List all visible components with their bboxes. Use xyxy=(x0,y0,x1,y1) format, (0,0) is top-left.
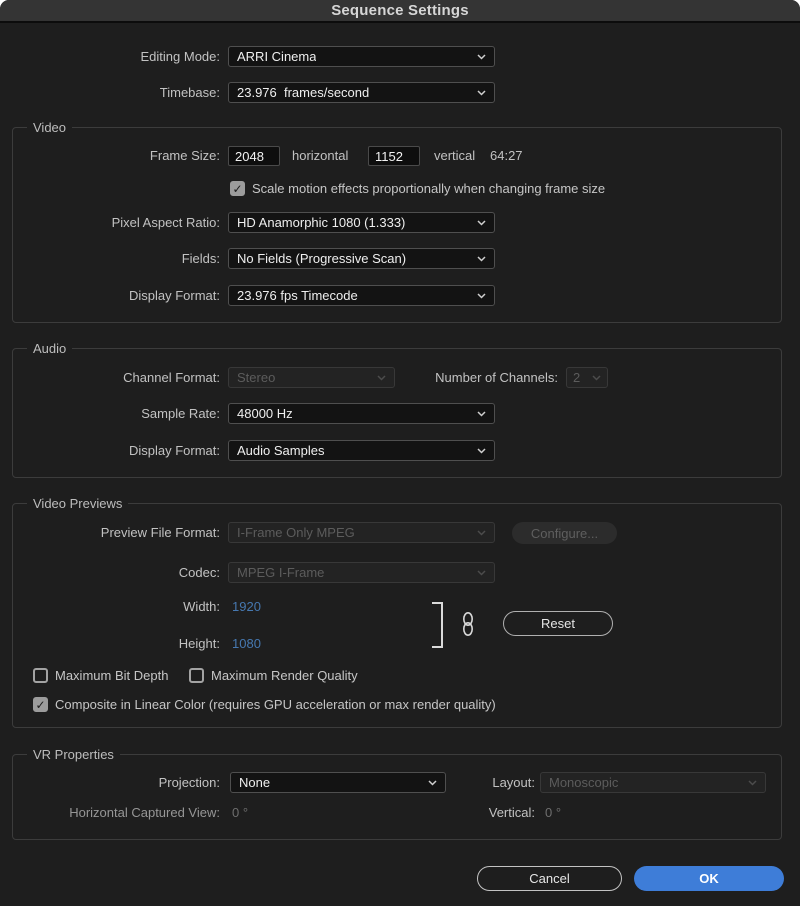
preview-width-label: Width: xyxy=(0,599,220,614)
chevron-down-icon xyxy=(477,448,486,454)
sample-rate-dropdown[interactable]: 48000 Hz xyxy=(228,403,495,424)
horizontal-label: horizontal xyxy=(292,146,348,166)
timebase-dropdown[interactable]: 23.976 frames/second xyxy=(228,82,495,103)
preview-file-format-dropdown: I-Frame Only MPEG xyxy=(228,522,495,543)
video-previews-group-legend: Video Previews xyxy=(27,495,128,512)
sample-rate-value: 48000 Hz xyxy=(237,406,293,421)
frame-width-input[interactable] xyxy=(228,146,280,166)
maximum-render-quality-label: Maximum Render Quality xyxy=(211,668,358,684)
maximum-bit-depth-label: Maximum Bit Depth xyxy=(55,668,168,684)
audio-display-format-dropdown[interactable]: Audio Samples xyxy=(228,440,495,461)
number-of-channels-label: Number of Channels: xyxy=(400,367,558,388)
maximum-render-quality-checkbox[interactable] xyxy=(189,668,204,683)
editing-mode-dropdown[interactable]: ARRI Cinema xyxy=(228,46,495,67)
audio-group-legend: Audio xyxy=(27,340,72,357)
chevron-down-icon xyxy=(592,375,601,381)
vr-layout-label: Layout: xyxy=(400,772,535,793)
video-display-format-dropdown[interactable]: 23.976 fps Timecode xyxy=(228,285,495,306)
dialog-title: Sequence Settings xyxy=(331,2,469,19)
vr-layout-value: Monoscopic xyxy=(549,775,618,790)
timebase-value: 23.976 frames/second xyxy=(237,85,369,100)
width-height-bracket xyxy=(432,602,443,648)
preview-width-value[interactable]: 1920 xyxy=(232,599,261,614)
video-display-format-label: Display Format: xyxy=(0,285,220,306)
vr-vertical-value: 0 ° xyxy=(545,805,561,820)
vertical-label: vertical xyxy=(434,146,475,166)
chevron-down-icon xyxy=(477,90,486,96)
vr-layout-dropdown: Monoscopic xyxy=(540,772,766,793)
editing-mode-label: Editing Mode: xyxy=(0,46,220,67)
pixel-aspect-ratio-label: Pixel Aspect Ratio: xyxy=(0,212,220,233)
chevron-down-icon xyxy=(377,375,386,381)
chevron-down-icon xyxy=(748,780,757,786)
scale-motion-checkbox[interactable] xyxy=(230,181,245,196)
video-group-legend: Video xyxy=(27,119,72,136)
preview-height-value[interactable]: 1080 xyxy=(232,636,261,651)
codec-label: Codec: xyxy=(0,562,220,583)
frame-height-input[interactable] xyxy=(368,146,420,166)
projection-label: Projection: xyxy=(0,772,220,793)
chevron-down-icon xyxy=(477,293,486,299)
channel-format-label: Channel Format: xyxy=(0,367,220,388)
cancel-button[interactable]: Cancel xyxy=(477,866,622,891)
maximum-bit-depth-checkbox[interactable] xyxy=(33,668,48,683)
aspect-ratio-value: 64:27 xyxy=(490,146,523,166)
composite-linear-color-label: Composite in Linear Color (requires GPU … xyxy=(55,697,496,713)
preview-height-label: Height: xyxy=(0,636,220,651)
preview-file-format-label: Preview File Format: xyxy=(0,522,220,543)
codec-value: MPEG I-Frame xyxy=(237,565,324,580)
vr-properties-group: VR Properties xyxy=(12,754,782,840)
composite-linear-color-checkbox[interactable] xyxy=(33,697,48,712)
chevron-down-icon xyxy=(477,256,486,262)
chevron-down-icon xyxy=(477,530,486,536)
chevron-down-icon xyxy=(477,54,486,60)
fields-value: No Fields (Progressive Scan) xyxy=(237,251,406,266)
timebase-label: Timebase: xyxy=(0,82,220,103)
audio-display-format-label: Display Format: xyxy=(0,440,220,461)
fields-dropdown[interactable]: No Fields (Progressive Scan) xyxy=(228,248,495,269)
horizontal-captured-view-label: Horizontal Captured View: xyxy=(0,805,220,820)
ok-button[interactable]: OK xyxy=(634,866,784,891)
configure-button: Configure... xyxy=(512,522,617,544)
fields-label: Fields: xyxy=(0,248,220,269)
number-of-channels-value: 2 xyxy=(573,370,580,385)
reset-button[interactable]: Reset xyxy=(503,611,613,636)
projection-value: None xyxy=(239,775,270,790)
chevron-down-icon xyxy=(477,411,486,417)
title-bar: Sequence Settings xyxy=(0,0,800,23)
editing-mode-value: ARRI Cinema xyxy=(237,49,316,64)
chevron-down-icon xyxy=(477,220,486,226)
horizontal-captured-view-value: 0 ° xyxy=(232,805,248,820)
codec-dropdown: MPEG I-Frame xyxy=(228,562,495,583)
audio-display-format-value: Audio Samples xyxy=(237,443,324,458)
pixel-aspect-ratio-value: HD Anamorphic 1080 (1.333) xyxy=(237,215,405,230)
chevron-down-icon xyxy=(477,570,486,576)
scale-motion-label: Scale motion effects proportionally when… xyxy=(252,181,605,197)
video-display-format-value: 23.976 fps Timecode xyxy=(237,288,358,303)
vr-vertical-label: Vertical: xyxy=(400,805,535,820)
number-of-channels-dropdown: 2 xyxy=(566,367,608,388)
pixel-aspect-ratio-dropdown[interactable]: HD Anamorphic 1080 (1.333) xyxy=(228,212,495,233)
vr-properties-group-legend: VR Properties xyxy=(27,746,120,763)
sequence-settings-dialog: Sequence Settings Editing Mode: ARRI Cin… xyxy=(0,0,800,906)
channel-format-dropdown: Stereo xyxy=(228,367,395,388)
link-width-height-icon[interactable] xyxy=(461,610,475,638)
channel-format-value: Stereo xyxy=(237,370,275,385)
preview-file-format-value: I-Frame Only MPEG xyxy=(237,525,355,540)
frame-size-label: Frame Size: xyxy=(0,146,220,166)
sample-rate-label: Sample Rate: xyxy=(0,403,220,424)
